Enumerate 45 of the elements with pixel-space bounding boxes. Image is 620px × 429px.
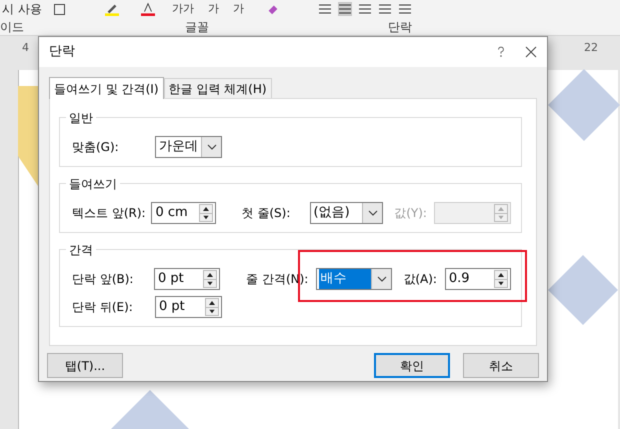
align-buttons-drawing[interactable] (318, 2, 412, 16)
dropdown-field[interactable]: (없음) (310, 202, 384, 224)
group-label: 이드 (0, 19, 25, 36)
spin-field[interactable]: 0 pt (155, 296, 222, 318)
font-button[interactable]: 가 (208, 0, 219, 18)
checkbox-icon[interactable] (54, 4, 65, 14)
dropdown-field[interactable]: 배수 (316, 268, 392, 290)
font-button[interactable]: 가 (233, 0, 244, 18)
spin-field[interactable]: 0 pt (154, 268, 220, 290)
field-label: 값(A): (403, 271, 438, 288)
group-label: 단락 (388, 19, 412, 36)
dropdown-caret-icon[interactable] (201, 137, 221, 157)
spin-arrows-icon[interactable] (203, 270, 218, 288)
dropdown-caret-icon[interactable] (362, 203, 382, 223)
field-label: 단락 뒤(E): (72, 299, 134, 316)
field-label: 값(Y): (394, 205, 428, 222)
group-label: 글꼴 (185, 19, 210, 36)
dialog-button[interactable]: 확인 (374, 353, 450, 378)
field-label: 맞춤(G): (72, 139, 120, 156)
dialog-button[interactable]: 취소 (463, 353, 539, 378)
spin-arrows-icon[interactable] (494, 270, 508, 288)
highlighter-icon[interactable] (104, 2, 120, 16)
dropdown-value: 배수 (319, 269, 372, 289)
field-label: 단락 앞(B): (72, 271, 134, 288)
dropdown-value: (없음) (312, 204, 351, 222)
ruler-number: 22 (584, 40, 598, 56)
spin-arrows-icon[interactable] (205, 298, 219, 316)
dialog-tab[interactable]: 한글 입력 체계(H) (164, 78, 272, 98)
dropdown-caret-icon[interactable] (371, 269, 392, 289)
ruler-number: 4 (22, 40, 29, 56)
field-label: 첫 줄(S): (242, 205, 292, 222)
ribbon-label[interactable]: 시 사용 (2, 0, 50, 18)
spin-field[interactable]: 0 cm (151, 202, 216, 224)
font-button[interactable]: 가가 (172, 0, 194, 18)
spin-field[interactable]: 0.9 (444, 268, 511, 290)
help-icon[interactable] (497, 46, 505, 58)
dropdown-field[interactable]: 가운데 (155, 136, 222, 158)
dropdown-value: 가운데 (158, 138, 199, 156)
dialog-tab[interactable]: 들여쓰기 및 간격(I) (49, 77, 164, 99)
close-icon[interactable] (525, 46, 537, 58)
dialog-button[interactable]: 탭(T)... (47, 353, 123, 378)
font-color-icon[interactable] (140, 2, 156, 16)
spin-arrows-icon[interactable] (198, 204, 213, 222)
dialog-title: 단락 (49, 43, 76, 62)
field-label: 텍스트 앞(R): (72, 205, 147, 222)
